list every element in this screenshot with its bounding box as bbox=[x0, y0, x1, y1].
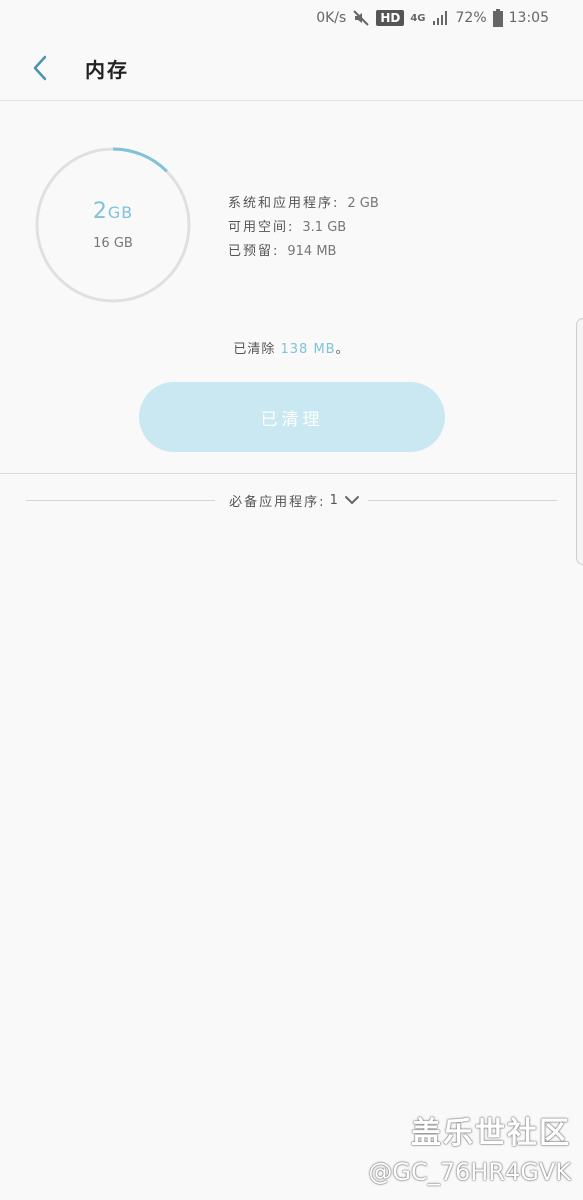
detail-value: 2 GB bbox=[347, 196, 379, 211]
cleared-suffix: 。 bbox=[335, 342, 350, 357]
required-apps-row: 必备应用程序: 1 bbox=[26, 490, 558, 510]
cleared-amount: 138 MB bbox=[280, 342, 336, 357]
detail-row-system-apps: 系统和应用程序: 2 GB bbox=[228, 192, 379, 216]
detail-label: 可用空间: bbox=[228, 220, 295, 235]
clock: 13:05 bbox=[508, 10, 549, 26]
watermark-name: 盖乐世社区 bbox=[411, 1116, 571, 1151]
detail-value: 914 MB bbox=[287, 244, 337, 259]
memory-used-unit: GB bbox=[107, 203, 134, 222]
page-title: 内存 bbox=[85, 57, 129, 82]
detail-label: 已预留: bbox=[228, 244, 280, 259]
signal-icon bbox=[432, 10, 450, 26]
detail-row-reserved: 已预留: 914 MB bbox=[228, 240, 379, 264]
memory-total: 16 GB bbox=[93, 236, 133, 251]
edge-panel-handle[interactable] bbox=[576, 318, 583, 565]
clean-button[interactable]: 已清理 bbox=[139, 382, 445, 452]
cleared-prefix: 已清除 bbox=[233, 342, 276, 357]
required-apps-toggle[interactable]: 必备应用程序: 1 bbox=[215, 491, 368, 510]
chevron-down-icon bbox=[344, 496, 359, 504]
memory-used: 2GB bbox=[92, 199, 134, 224]
memory-usage-ring: 2GB 16 GB bbox=[33, 145, 193, 305]
memory-details: 系统和应用程序: 2 GB 可用空间: 3.1 GB 已预留: 914 MB bbox=[228, 192, 379, 264]
detail-value: 3.1 GB bbox=[302, 220, 347, 235]
detail-row-free-space: 可用空间: 3.1 GB bbox=[228, 216, 379, 240]
hd-badge: HD bbox=[376, 10, 405, 26]
cleared-summary: 已清除 138 MB。 bbox=[0, 338, 583, 357]
section-divider bbox=[0, 473, 583, 474]
detail-label: 系统和应用程序: bbox=[228, 196, 340, 211]
chevron-left-icon bbox=[33, 55, 47, 81]
battery-percent: 72% bbox=[455, 10, 487, 26]
net-speed: 0K/s bbox=[316, 10, 347, 26]
battery-icon bbox=[492, 9, 503, 27]
mute-icon bbox=[352, 9, 370, 27]
status-bar: 0K/s HD 4G 72% 13:05 bbox=[0, 0, 583, 36]
required-apps-count: 1 bbox=[329, 492, 340, 508]
watermark-user: @GC_76HR4GVK bbox=[368, 1158, 571, 1186]
back-button[interactable] bbox=[20, 48, 60, 88]
watermark: 盖乐世社区 @GC_76HR4GVK bbox=[368, 1108, 571, 1186]
required-apps-label: 必备应用程序: bbox=[229, 494, 326, 510]
divider-line-right bbox=[367, 499, 558, 501]
network-type: 4G bbox=[410, 12, 426, 24]
divider-line-left bbox=[26, 499, 216, 501]
app-header: 内存 bbox=[0, 36, 583, 101]
